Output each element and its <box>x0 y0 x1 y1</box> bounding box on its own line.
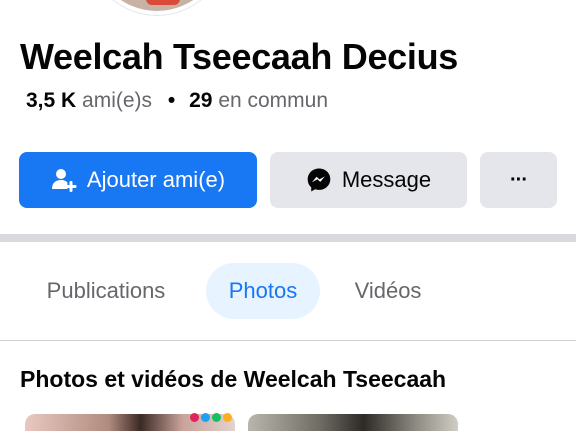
friends-label[interactable]: ami(e)s <box>82 89 152 112</box>
profile-name: Weelcah Tseecaah Decius <box>20 36 459 77</box>
tab-videos[interactable]: Vidéos <box>338 263 438 319</box>
tabs-divider <box>0 340 576 341</box>
add-friend-button[interactable]: Ajouter ami(e) <box>19 152 257 208</box>
photo-sticker-decoration <box>190 413 232 422</box>
tab-photos[interactable]: Photos <box>206 263 320 319</box>
stats-separator: • <box>167 89 176 112</box>
mutual-label[interactable]: en commun <box>218 89 328 112</box>
section-divider <box>0 234 576 242</box>
messenger-icon <box>306 167 332 193</box>
add-friend-icon <box>51 167 77 193</box>
friends-count[interactable]: 3,5 K <box>26 89 76 112</box>
add-friend-label: Ajouter ami(e) <box>86 167 226 192</box>
profile-avatar[interactable] <box>82 0 232 15</box>
photo-thumbnail[interactable] <box>248 414 458 431</box>
message-button[interactable]: Message <box>270 152 467 208</box>
more-options-button[interactable]: ··· <box>480 152 557 208</box>
photos-section-title: Photos et vidéos de Weelcah Tseecaah <box>20 366 447 392</box>
profile-stats: 3,5 K ami(e)s • 29 en commun <box>26 89 328 113</box>
tab-publications[interactable]: Publications <box>28 263 184 319</box>
more-icon: ··· <box>510 168 528 191</box>
message-label: Message <box>341 167 432 192</box>
mutual-count[interactable]: 29 <box>189 89 212 112</box>
